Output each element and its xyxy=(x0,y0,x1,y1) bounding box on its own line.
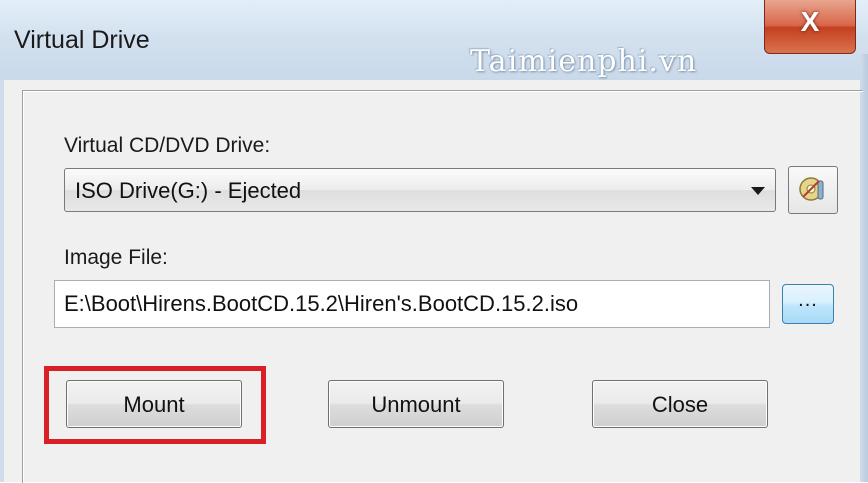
close-button-label: Close xyxy=(651,392,709,417)
settings-icon xyxy=(799,177,824,201)
close-icon: X xyxy=(800,6,820,37)
drive-select-value: ISO Drive(G:) - Ejected xyxy=(75,178,302,203)
mount-highlight-box xyxy=(44,366,266,444)
chevron-down-icon xyxy=(751,187,765,195)
image-file-field[interactable] xyxy=(54,280,770,328)
drive-options-button[interactable] xyxy=(788,166,838,214)
image-file-input[interactable] xyxy=(55,281,769,327)
window-title: Virtual Drive xyxy=(14,26,150,54)
drive-label: Virtual CD/DVD Drive: xyxy=(64,134,271,157)
close-button[interactable]: Close xyxy=(592,380,768,428)
unmount-button[interactable]: Unmount xyxy=(328,380,504,428)
window-close-button[interactable]: X xyxy=(764,0,856,54)
title-bar: Virtual Drive Taimienphi.vn xyxy=(0,0,868,80)
image-file-label: Image File: xyxy=(64,246,168,269)
browse-button-label: ... xyxy=(798,289,818,311)
browse-button[interactable]: ... xyxy=(782,284,834,324)
unmount-button-label: Unmount xyxy=(371,392,461,417)
watermark: Taimienphi.vn xyxy=(470,44,698,79)
drive-select[interactable]: ISO Drive(G:) - Ejected xyxy=(64,168,776,212)
